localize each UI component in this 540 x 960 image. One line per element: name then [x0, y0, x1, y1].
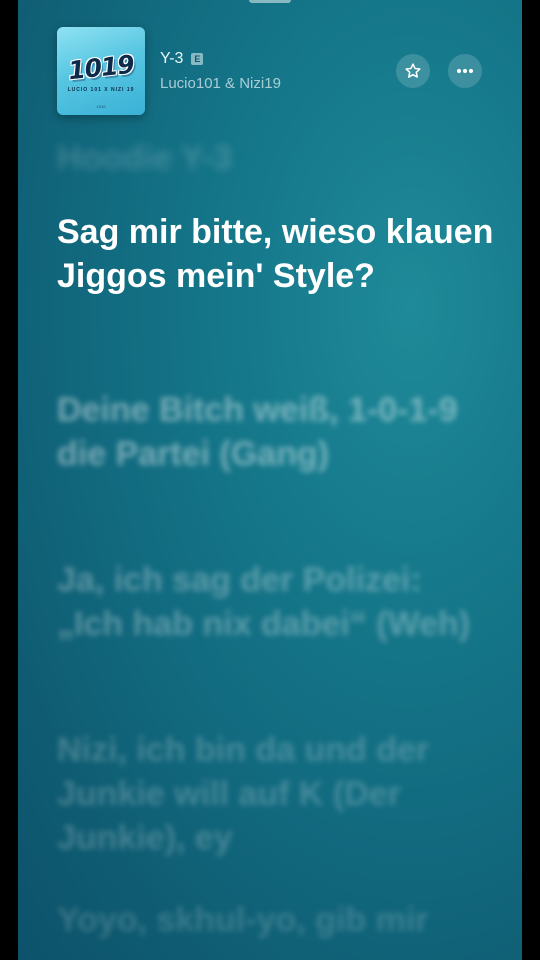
lyric-line-upcoming[interactable]: Yoyo, skhul-yo, gib mir [57, 898, 497, 942]
song-title-row: Y-3 E [160, 48, 204, 70]
star-icon [404, 62, 422, 80]
now-playing-header: 1019 LUCIO 101 X NIZI 19 1019 Y-3 E Luci… [18, 0, 522, 130]
favorite-button[interactable] [396, 54, 430, 88]
lyric-line-upcoming[interactable]: Nizi, ich bin da und der Junkie will auf… [57, 728, 497, 860]
lyric-line-upcoming[interactable]: Deine Bitch weiß, 1-0-1-9 die Partei (Ga… [57, 388, 497, 476]
explicit-badge: E [191, 53, 204, 65]
artwork-logo: 1019 [66, 49, 136, 86]
more-options-button[interactable] [448, 54, 482, 88]
artist-name[interactable]: Lucio101 & Nizi19 [160, 75, 281, 92]
lyric-line-upcoming[interactable]: Ja, ich sag der Polizei: „Ich hab nix da… [57, 558, 497, 646]
song-title: Y-3 [160, 50, 184, 67]
lyrics-screen: Hoodie Y-3 Sag mir bitte, wieso klauen J… [18, 0, 522, 960]
lyric-line-current[interactable]: Sag mir bitte, wieso klauen Jiggos mein'… [57, 210, 497, 298]
lyric-line-previous[interactable]: Hoodie Y-3 [57, 136, 497, 180]
ellipsis-icon [456, 68, 474, 74]
artwork-mark: 1019 [96, 104, 106, 109]
artwork-subtitle: LUCIO 101 X NIZI 19 [67, 87, 135, 93]
album-artwork[interactable]: 1019 LUCIO 101 X NIZI 19 1019 [57, 27, 145, 115]
